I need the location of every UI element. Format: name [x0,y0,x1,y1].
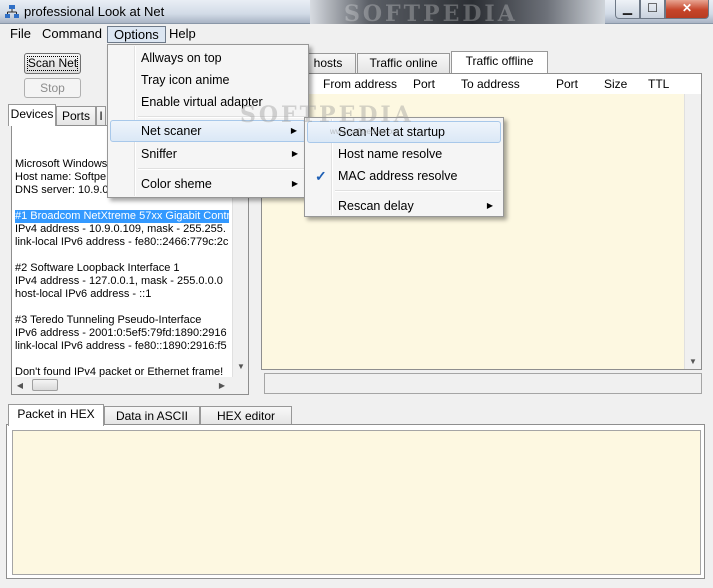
menu-command[interactable]: Command [36,26,108,43]
device-line [15,197,229,210]
tab-devices[interactable]: Devices [8,104,56,126]
menu-separator [335,190,501,192]
menu-item-label: Sniffer [141,147,177,161]
devices-horizontal-scrollbar[interactable]: ◀ ▶ [12,377,248,394]
menu-item-label: Net scaner [141,124,202,138]
traffic-status-field [264,373,702,394]
column-port[interactable]: Port [413,77,435,91]
menu-bar: File Command Options Help [0,24,713,44]
packet-hex-view[interactable] [12,430,701,575]
scroll-down-icon[interactable]: ▼ [685,357,701,366]
softpedia-watermark: SOFTPEDIA [240,102,414,128]
submenu-arrow-icon: ▶ [291,179,298,188]
traffic-vertical-scrollbar[interactable]: ▼ [684,94,701,369]
menu-item-label: Color sheme [141,177,212,191]
stop-button[interactable]: Stop [24,78,81,98]
tab-hex-editor[interactable]: HEX editor [200,406,292,425]
close-button[interactable]: ✕ [665,0,709,19]
tab-packet-in-hex[interactable]: Packet in HEX [8,404,104,426]
maximize-button[interactable]: ☐ [640,0,665,19]
submenu-arrow-icon: ▶ [291,149,298,158]
softpedia-watermark-url: www.softpedia.com [330,127,399,136]
device-line: #2 Software Loopback Interface 1 [15,262,180,274]
menu-item-always-on-top[interactable]: Allways on top [110,47,306,69]
scroll-left-icon[interactable]: ◀ [12,381,28,390]
packet-panel [6,424,705,579]
menu-file[interactable]: File [4,26,37,43]
banner-watermark: SOFTPEDIA [344,1,518,24]
scroll-thumb[interactable] [32,379,58,391]
device-line: IPv6 address - 2001:0:5ef5:79fd:1890:291… [15,327,227,339]
window-title: professional Look at Net [24,4,165,19]
tab-traffic-online[interactable]: Traffic online [357,53,450,73]
menu-item-label: Rescan delay [338,199,414,213]
column-from-address[interactable]: From address [323,77,397,91]
checkmark-icon: ✓ [315,168,327,184]
menu-options[interactable]: Options [107,26,166,43]
title-bar[interactable]: professional Look at Net SOFTPEDIA ▁ ☐ ✕ [0,0,713,24]
device-line [15,353,229,366]
scroll-down-icon[interactable]: ▼ [233,362,249,371]
device-line [15,249,229,262]
device-line: host-local IPv6 address - ::1 [15,288,152,300]
scan-net-button[interactable]: Scan Net [24,53,81,74]
menu-item-rescan-delay[interactable]: Rescan delay ▶ [307,195,501,217]
menu-item-label: MAC address resolve [338,169,458,183]
scroll-right-icon[interactable]: ▶ [214,381,230,390]
menu-item-color-sheme[interactable]: Color sheme ▶ [110,173,306,195]
column-size[interactable]: Size [604,77,627,91]
tab-ports[interactable]: Ports [56,106,96,125]
column-port[interactable]: Port [556,77,578,91]
device-line: #3 Teredo Tunneling Pseudo-Interface [15,314,202,326]
network-app-icon [5,5,19,18]
status-bar [0,582,713,588]
submenu-arrow-icon: ▶ [486,201,493,210]
table-header: From address Port To address Port Size T… [262,74,701,95]
menu-item-host-name-resolve[interactable]: Host name resolve [307,143,501,165]
tab-more[interactable]: I [96,106,106,125]
menu-item-mac-address-resolve[interactable]: ✓ MAC address resolve [307,165,501,187]
menu-help[interactable]: Help [163,26,202,43]
column-to-address[interactable]: To address [461,77,520,91]
minimize-button[interactable]: ▁ [615,0,640,19]
tab-traffic-offline[interactable]: Traffic offline [451,51,548,73]
device-line: IPv4 address - 10.9.0.109, mask - 255.25… [15,223,226,235]
device-line [15,301,229,314]
device-line: link-local IPv6 address - fe80::1890:291… [15,340,227,352]
device-line: link-local IPv6 address - fe80::2466:779… [15,236,229,248]
device-line-selected[interactable]: #1 Broadcom NetXtreme 57xx Gigabit Contr… [15,210,229,223]
tab-data-in-ascii[interactable]: Data in ASCII [104,406,200,425]
menu-separator [138,168,306,170]
column-ttl[interactable]: TTL [648,77,669,91]
device-line: IPv4 address - 127.0.0.1, mask - 255.0.0… [15,275,223,287]
menu-item-tray-icon-anime[interactable]: Tray icon anime [110,69,306,91]
title-banner: SOFTPEDIA [310,0,605,24]
menu-item-sniffer[interactable]: Sniffer ▶ [110,143,306,165]
